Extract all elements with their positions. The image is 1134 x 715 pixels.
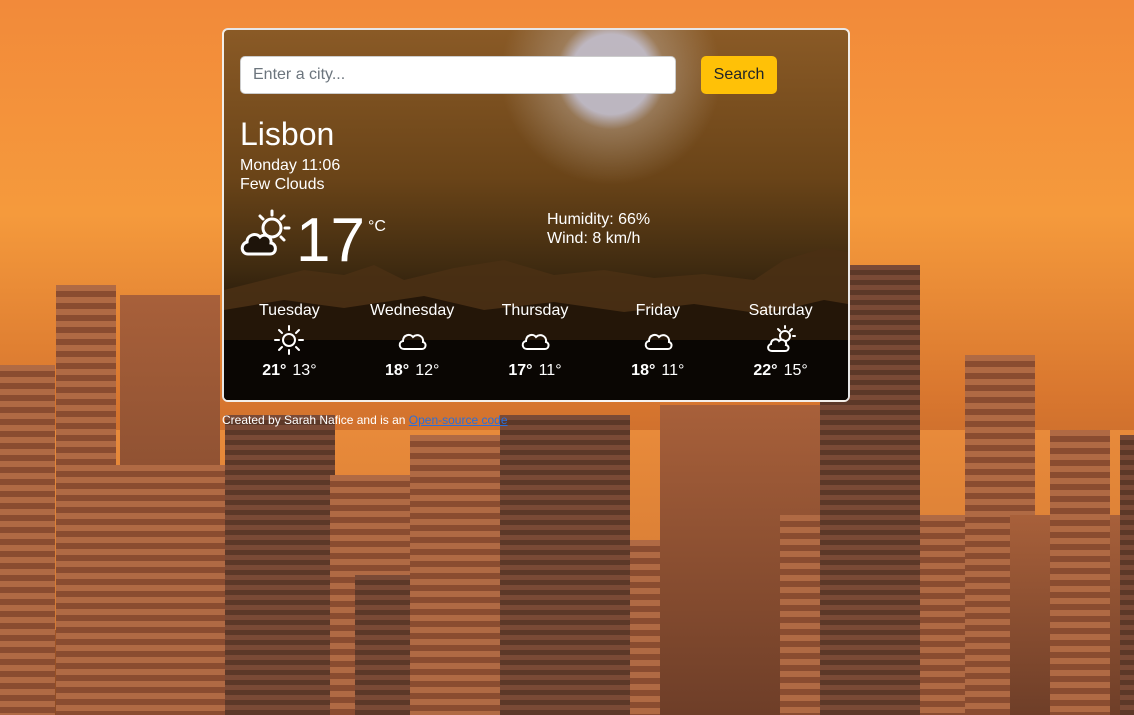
forecast-day: Tuesday 21° 13°: [228, 300, 351, 390]
forecast-temps: 17° 11°: [474, 362, 597, 380]
cloud-icon: [398, 333, 427, 350]
footer-text: Created by Sarah Nafice and is an: [222, 413, 409, 427]
humidity-value: Humidity: 66%: [547, 211, 651, 228]
forecast-max: 21°: [262, 362, 287, 379]
forecast-max: 17°: [508, 362, 533, 379]
forecast-temps: 18° 11°: [596, 362, 719, 380]
city-name: Lisbon: [240, 116, 335, 152]
partly-cloudy-icon: [766, 325, 796, 352]
forecast-day: Friday 18° 11°: [596, 300, 719, 390]
forecast-row: Tuesday 21° 13° Wednesday 18° 12° Thursday: [228, 300, 842, 390]
forecast-day-name: Tuesday: [259, 302, 320, 319]
forecast-max: 18°: [384, 362, 410, 379]
forecast-min: 15°: [783, 362, 808, 379]
current-temperature: 17: [296, 206, 365, 275]
weather-card: Search Lisbon Monday 11:06 Few Clouds 17…: [222, 28, 850, 402]
forecast-temps: 22° 15°: [719, 362, 842, 380]
cloud-icon: [521, 333, 550, 350]
forecast-min: 11°: [538, 362, 562, 379]
forecast-day-name: Saturday: [748, 302, 813, 319]
forecast-day: Wednesday 18° 12°: [351, 300, 474, 390]
forecast-day: Thursday 17° 11°: [474, 300, 597, 390]
city-search-input[interactable]: [240, 56, 676, 94]
footer-credit: Created by Sarah Nafice and is an Open-s…: [222, 413, 508, 427]
cloud-icon: [644, 333, 673, 350]
forecast-temps: 18° 12°: [351, 362, 474, 380]
forecast-day-name: Friday: [635, 302, 681, 319]
current-datetime: Monday 11:06: [240, 157, 341, 174]
forecast-max: 18°: [631, 362, 656, 379]
forecast-day-name: Thursday: [501, 302, 569, 319]
wind-value: Wind: 8 km/h: [547, 230, 641, 247]
open-source-link[interactable]: Open-source code: [409, 413, 508, 427]
forecast-day: Saturday 22° 15°: [719, 300, 842, 390]
forecast-temps: 21° 13°: [228, 362, 351, 380]
weather-description: Few Clouds: [240, 176, 325, 193]
forecast-min: 12°: [415, 362, 440, 379]
search-button[interactable]: Search: [701, 56, 777, 94]
forecast-day-name: Wednesday: [370, 302, 455, 319]
forecast-min: 13°: [292, 362, 317, 379]
temperature-unit: °C: [368, 218, 386, 235]
forecast-min: 11°: [661, 362, 685, 379]
sun-icon: [274, 325, 305, 355]
partly-cloudy-icon: [240, 209, 291, 256]
forecast-max: 22°: [753, 362, 778, 379]
